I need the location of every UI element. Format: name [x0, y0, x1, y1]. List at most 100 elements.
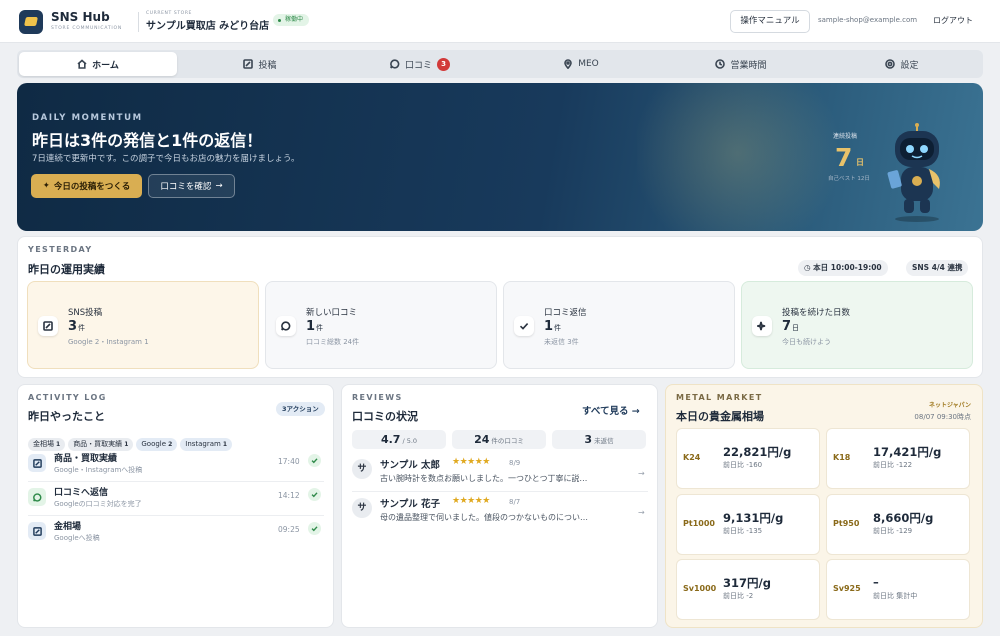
market-kicker: METAL MARKET [676, 393, 763, 402]
tab-label: 口コミ [404, 60, 432, 71]
stat-icon-wrap [276, 316, 296, 336]
main-tabs: ホーム 投稿 口コミ 3 MEO 営業時間 設定 [17, 50, 983, 78]
stat-value: 1件 [544, 319, 561, 334]
create-post-button[interactable]: ✦ 今日の投稿をつくる [31, 174, 142, 198]
stat-note: 今日も続けよう [782, 338, 831, 346]
check-reviews-button[interactable]: 口コミを確認 → [148, 174, 235, 198]
activity-title-text: 金相場 [54, 522, 82, 532]
done-check-icon [308, 488, 321, 501]
action-count-badge: 3アクション [276, 402, 325, 416]
home-icon [77, 59, 87, 69]
logout-link[interactable]: ログアウト [933, 15, 973, 26]
activity-title-text: 口コミへ返信 [54, 488, 109, 498]
metal-change: 前日比 集計中 [873, 592, 918, 600]
reviewer-name: サンプル 太郎 [380, 460, 441, 471]
edit-icon [243, 59, 254, 69]
divider [352, 491, 648, 492]
stat-number: 4.7 [380, 433, 401, 446]
edit-icon [32, 526, 42, 536]
unreplied-stat: 3 未返信 [552, 430, 646, 449]
edit-icon [43, 321, 53, 331]
check-reviews-label: 口コミを確認 [160, 182, 212, 192]
activity-item[interactable]: 口コミへ返信 Googleの口コミ対応を完了 14:12 [28, 485, 324, 519]
tab-label: ホーム [92, 60, 119, 71]
app-header: SNS Hub STORE COMMUNICATION CURRENT STOR… [0, 0, 1000, 43]
chip-google[interactable]: Google 2 [136, 438, 178, 451]
stat-unit: 未返信 [594, 437, 614, 445]
edit-icon [32, 458, 42, 468]
brand-name: SNS Hub [51, 10, 110, 24]
arrow-right-icon: → [631, 406, 640, 417]
chat-icon [32, 492, 41, 502]
review-item[interactable]: サ サンプル 花子 ★★★★★ 8/7 母の遺品整理で伺いました。値段のつかない… [352, 494, 648, 530]
activity-subtitle: Google・Instagramへ投稿 [54, 466, 143, 474]
tab-hours[interactable]: 営業時間 [662, 52, 820, 76]
market-title: 本日の貴金属相場 [676, 410, 764, 423]
activity-item[interactable]: 金相場 Googleへ投稿 09:25 [28, 519, 324, 553]
tab-home[interactable]: ホーム [19, 52, 177, 76]
stat-unit: 日 [792, 324, 800, 332]
activity-log-card: ACTIVITY LOG 昨日やったこと 3アクション 金相場 1 商品・買取実績 1… [17, 384, 334, 628]
stat-value: 3件 [68, 319, 85, 334]
divider [28, 481, 324, 482]
yesterday-kicker: YESTERDAY [28, 245, 93, 254]
stat-unit: 件 [78, 324, 86, 332]
metal-code: Sv1000 [683, 584, 717, 593]
activity-item[interactable]: 商品・買取実績 Google・Instagramへ投稿 17:40 [28, 451, 324, 485]
market-item-pt1000: Pt1000 9,131円/g 前日比 -135 [676, 494, 820, 555]
activity-subtitle: Googleの口コミ対応を完了 [54, 500, 142, 508]
tab-count-badge: 3 [437, 57, 450, 71]
metal-price: 17,421円/g [873, 445, 942, 459]
tab-settings[interactable]: 設定 [823, 52, 981, 76]
stat-value: 1件 [306, 319, 323, 334]
stat-note: 口コミ総数 24件 [306, 338, 360, 346]
chip-products[interactable]: 商品・買取実績 1 [68, 438, 134, 451]
hero-title: 昨日は3件の発信と1件の返信！ [32, 131, 263, 150]
activity-kicker: ACTIVITY LOG [28, 393, 107, 402]
star-rating: ★★★★★ [452, 496, 490, 506]
metal-price: 9,131円/g [723, 511, 784, 525]
manual-button[interactable]: 操作マニュアル [730, 10, 810, 33]
tab-meo[interactable]: MEO [502, 52, 660, 76]
chip-label: 商品・買取実績 [73, 440, 123, 448]
metal-price: 8,660円/g [873, 511, 934, 525]
hero-banner: DAILY MOMENTUM 昨日は3件の発信と1件の返信！ 7日連続で更新中で… [17, 83, 983, 231]
activity-icon-wrap [28, 454, 46, 472]
robot-mascot-icon [887, 123, 940, 222]
stat-card-review-replies: 口コミ返信 1件 未返信 3件 [503, 281, 735, 369]
store-name[interactable]: サンプル買取店 みどり台店 [146, 17, 269, 32]
stat-card-streak-days: 投稿を続けた日数 7日 今日も続けよう [741, 281, 973, 369]
metal-price: – [873, 575, 879, 589]
tab-label: 投稿 [258, 60, 277, 71]
metal-code: Pt950 [833, 519, 860, 528]
stat-label: 口コミ返信 [544, 308, 587, 318]
hero-subtitle: 7日連続で更新中です。この調子で今日もお店の魅力を届けましょう。 [32, 154, 300, 164]
check-icon [519, 323, 529, 330]
stat-number: 24 [474, 433, 490, 446]
stat-card-new-reviews: 新しい口コミ 1件 口コミ総数 24件 [265, 281, 497, 369]
app-logo-icon[interactable] [19, 10, 43, 34]
metal-price: 317円/g [723, 576, 771, 590]
review-item[interactable]: サ サンプル 太郎 ★★★★★ 8/9 古い腕時計を数点お願いしました。一つひと… [352, 455, 648, 491]
chip-gold-price[interactable]: 金相場 1 [28, 438, 66, 451]
market-item-k18: K18 17,421円/g 前日比 -122 [826, 428, 970, 489]
tab-reviews[interactable]: 口コミ 3 [341, 52, 499, 76]
chip-instagram[interactable]: Instagram 1 [180, 438, 233, 451]
stat-card-sns-posts: SNS投稿 3件 Google 2・Instagram 1 [27, 281, 259, 369]
clock-icon [715, 59, 726, 69]
reviews-title: 口コミの状況 [352, 410, 418, 423]
stat-value: 7日 [782, 319, 799, 334]
metal-change: 前日比 -135 [723, 527, 763, 535]
done-check-icon [308, 522, 321, 535]
store-caption: CURRENT STORE [146, 11, 192, 16]
streak-value: 7 [835, 143, 853, 172]
stat-unit: 件の口コミ [491, 437, 524, 445]
sparkle-icon [757, 321, 766, 331]
stat-number: 1 [306, 319, 316, 334]
activity-icon-wrap [28, 488, 46, 506]
activity-icon-wrap [28, 522, 46, 540]
see-all-link[interactable]: すべて見る → [582, 403, 640, 417]
star-rating: ★★★★★ [452, 457, 490, 467]
tab-posts[interactable]: 投稿 [181, 52, 339, 76]
done-check-icon [308, 454, 321, 467]
